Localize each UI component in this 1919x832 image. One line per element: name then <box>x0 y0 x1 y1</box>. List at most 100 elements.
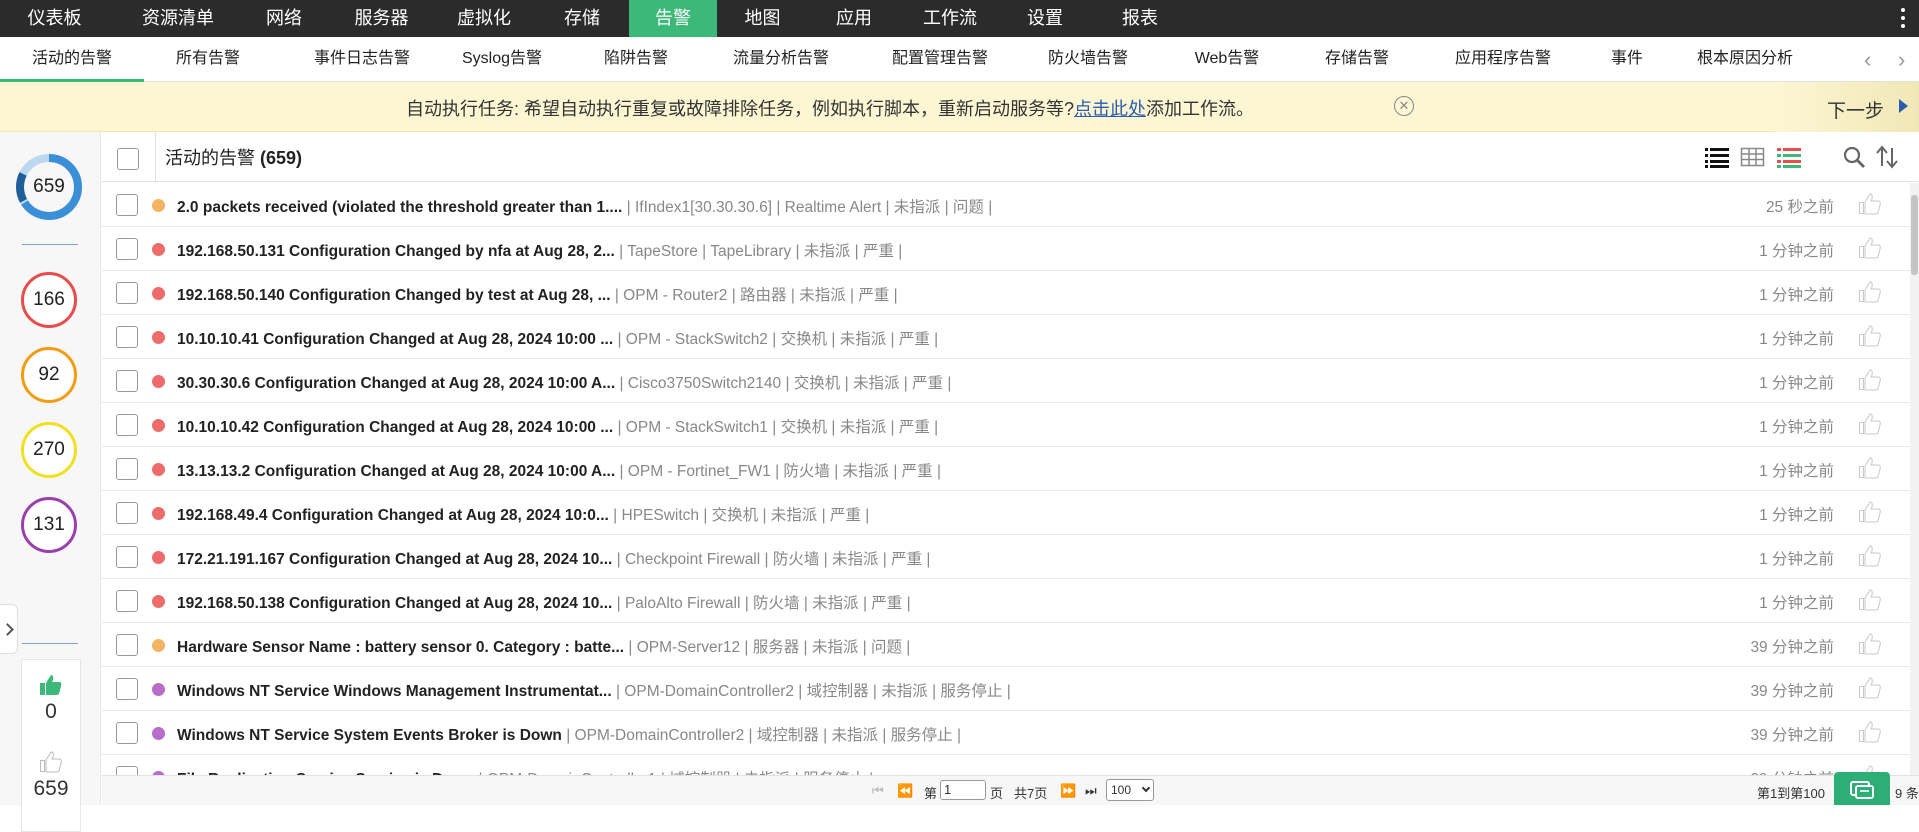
thumbs-up-icon[interactable] <box>1858 457 1882 479</box>
next-page-icon[interactable]: ⏩ <box>1060 783 1076 799</box>
page-size-select[interactable]: 100 <box>1106 779 1154 801</box>
subnav-tab[interactable]: 应用程序告警 <box>1430 37 1576 82</box>
alarm-title[interactable]: 30.30.30.6 Configuration Changed at Aug … <box>177 375 615 392</box>
alarm-text[interactable]: 10.10.10.42 Configuration Changed at Aug… <box>177 415 1717 437</box>
topnav-item[interactable]: 设置 <box>1000 0 1090 37</box>
select-all-checkbox[interactable] <box>117 148 139 175</box>
alarm-title[interactable]: Windows NT Service System Events Broker … <box>177 727 562 744</box>
subnav-tab[interactable]: 事件 <box>1597 37 1657 82</box>
critical-count-badge[interactable]: 166 <box>21 272 77 328</box>
thumbs-up-outline-icon[interactable] <box>39 751 63 773</box>
topnav-item[interactable]: 报表 <box>1090 0 1190 37</box>
alarm-text[interactable]: 192.168.49.4 Configuration Changed at Au… <box>177 503 1717 525</box>
alarm-text[interactable]: 30.30.30.6 Configuration Changed at Aug … <box>177 371 1717 393</box>
chevron-left-icon[interactable]: ‹ <box>1864 47 1871 73</box>
alarm-row[interactable]: 172.21.191.167 Configuration Changed at … <box>102 535 1910 579</box>
thumbs-up-icon[interactable] <box>1858 413 1882 435</box>
thumbs-up-icon[interactable] <box>1858 589 1882 611</box>
alarm-title[interactable]: 192.168.50.131 Configuration Changed by … <box>177 243 615 260</box>
thumbs-up-icon[interactable] <box>1858 193 1882 215</box>
subnav-tab[interactable]: 根本原因分析 <box>1680 37 1810 82</box>
row-checkbox[interactable] <box>116 766 138 775</box>
topnav-item[interactable]: 网络 <box>238 0 330 37</box>
alarm-title[interactable]: 192.168.50.138 Configuration Changed at … <box>177 595 612 612</box>
alarm-text[interactable]: 192.168.50.140 Configuration Changed by … <box>177 283 1717 305</box>
thumbs-up-icon[interactable] <box>1858 721 1882 743</box>
topnav-item[interactable]: 应用 <box>808 0 900 37</box>
subnav-tab[interactable]: 所有告警 <box>144 37 272 82</box>
next-step-button[interactable]: 下一步 <box>1775 82 1919 132</box>
alarm-row[interactable]: 10.10.10.41 Configuration Changed at Aug… <box>102 315 1910 359</box>
alarm-title[interactable]: 10.10.10.42 Configuration Changed at Aug… <box>177 419 613 436</box>
subnav-tab[interactable]: 存储告警 <box>1298 37 1416 82</box>
row-checkbox[interactable] <box>116 458 138 485</box>
total-alarms-donut[interactable]: 659 <box>14 152 84 222</box>
alarm-text[interactable]: 192.168.50.131 Configuration Changed by … <box>177 239 1717 261</box>
last-page-icon[interactable]: ⏭ <box>1085 783 1097 799</box>
thumbs-up-icon[interactable] <box>1858 677 1882 699</box>
page-number-input[interactable]: 1 <box>940 780 986 800</box>
alarm-title[interactable]: 2.0 packets received (violated the thres… <box>177 199 622 216</box>
alarm-title[interactable]: 13.13.13.2 Configuration Changed at Aug … <box>177 463 615 480</box>
subnav-tab[interactable]: 配置管理告警 <box>873 37 1007 82</box>
alarm-title[interactable]: 192.168.50.140 Configuration Changed by … <box>177 287 611 304</box>
row-checkbox[interactable] <box>116 194 138 221</box>
subnav-tab[interactable]: Web告警 <box>1167 37 1287 82</box>
subnav-tab[interactable]: 流量分析告警 <box>711 37 851 82</box>
alarm-text[interactable]: File Replication Service Service is Down… <box>177 767 1717 775</box>
alarm-title[interactable]: 172.21.191.167 Configuration Changed at … <box>177 551 612 568</box>
list-scrollbar[interactable] <box>1910 183 1919 775</box>
search-icon[interactable] <box>1842 145 1868 169</box>
grid-view-icon[interactable] <box>1740 145 1766 169</box>
attention-count-badge[interactable]: 270 <box>21 422 77 478</box>
subnav-tab[interactable]: 活动的告警 <box>0 37 144 82</box>
alarm-row[interactable]: 10.10.10.42 Configuration Changed at Aug… <box>102 403 1910 447</box>
scrollbar-thumb[interactable] <box>1911 195 1918 275</box>
row-checkbox[interactable] <box>116 590 138 617</box>
alarm-row[interactable]: File Replication Service Service is Down… <box>102 755 1910 775</box>
chevron-right-icon[interactable]: › <box>1898 47 1905 73</box>
topnav-item[interactable]: 工作流 <box>900 0 1000 37</box>
topnav-item[interactable]: 告警 <box>629 0 717 37</box>
alarm-title[interactable]: 192.168.49.4 Configuration Changed at Au… <box>177 507 609 524</box>
alarm-text[interactable]: 2.0 packets received (violated the thres… <box>177 195 1717 217</box>
alarm-text[interactable]: 172.21.191.167 Configuration Changed at … <box>177 547 1717 569</box>
sort-icon[interactable] <box>1874 145 1900 169</box>
thumbs-up-icon[interactable] <box>1858 633 1882 655</box>
subnav-tab[interactable]: Syslog告警 <box>443 37 561 82</box>
row-checkbox[interactable] <box>116 370 138 397</box>
alarm-row[interactable]: 13.13.13.2 Configuration Changed at Aug … <box>102 447 1910 491</box>
row-checkbox[interactable] <box>116 414 138 441</box>
thumbs-up-filled-icon[interactable] <box>39 674 63 696</box>
alarm-text[interactable]: 192.168.50.138 Configuration Changed at … <box>177 591 1717 613</box>
subnav-tab[interactable]: 陷阱告警 <box>582 37 690 82</box>
alarm-text[interactable]: 13.13.13.2 Configuration Changed at Aug … <box>177 459 1717 481</box>
subnav-tab[interactable]: 防火墙告警 <box>1032 37 1144 82</box>
list-view-icon[interactable] <box>1704 145 1730 169</box>
row-checkbox[interactable] <box>116 282 138 309</box>
alarm-row[interactable]: 192.168.50.131 Configuration Changed by … <box>102 227 1910 271</box>
expand-panel-button[interactable] <box>0 604 18 654</box>
topnav-item[interactable]: 服务器 <box>330 0 433 37</box>
row-checkbox[interactable] <box>116 502 138 529</box>
alarm-row[interactable]: 2.0 packets received (violated the thres… <box>102 183 1910 227</box>
alarm-row[interactable]: 192.168.50.140 Configuration Changed by … <box>102 271 1910 315</box>
first-page-icon[interactable]: ⏮ <box>872 783 884 799</box>
alarm-text[interactable]: Windows NT Service System Events Broker … <box>177 723 1717 745</box>
severity-view-icon[interactable] <box>1776 145 1802 169</box>
alarm-row[interactable]: 192.168.50.138 Configuration Changed at … <box>102 579 1910 623</box>
chat-button[interactable] <box>1834 772 1890 805</box>
previous-page-icon[interactable]: ⏪ <box>897 783 913 799</box>
alarm-text[interactable]: Windows NT Service Windows Management In… <box>177 679 1717 701</box>
row-checkbox[interactable] <box>116 238 138 265</box>
thumbs-up-icon[interactable] <box>1858 325 1882 347</box>
alarm-title[interactable]: Windows NT Service Windows Management In… <box>177 683 612 700</box>
alarm-row[interactable]: Windows NT Service System Events Broker … <box>102 711 1910 755</box>
topnav-item[interactable]: 仪表板 <box>0 0 109 37</box>
row-checkbox[interactable] <box>116 722 138 749</box>
row-checkbox[interactable] <box>116 326 138 353</box>
alarm-row[interactable]: 30.30.30.6 Configuration Changed at Aug … <box>102 359 1910 403</box>
thumbs-up-icon[interactable] <box>1858 545 1882 567</box>
topnav-item[interactable]: 虚拟化 <box>433 0 535 37</box>
topnav-item[interactable]: 地图 <box>717 0 808 37</box>
